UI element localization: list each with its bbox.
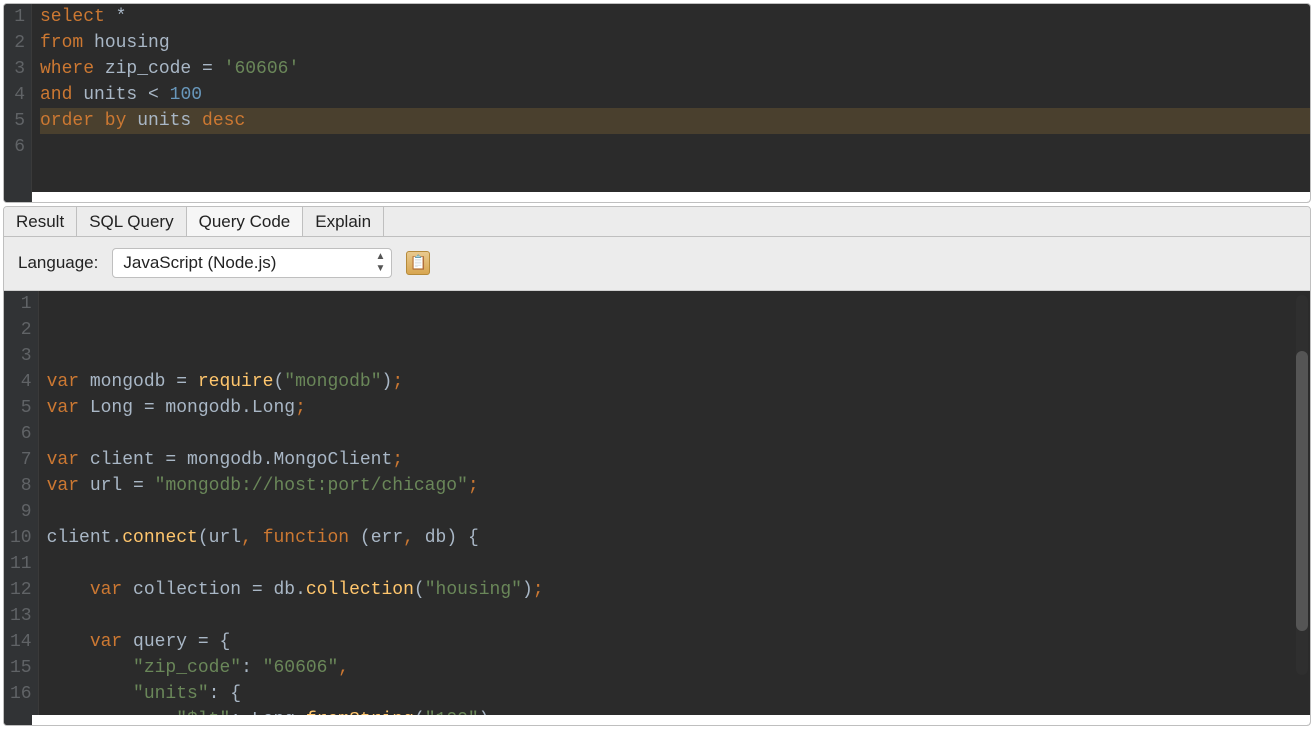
code-line[interactable]: var url = "mongodb://host:port/chicago"; <box>47 473 1310 499</box>
language-select[interactable]: JavaScript (Node.js) ▲▼ <box>112 248 392 278</box>
tab-explain[interactable]: Explain <box>303 207 384 236</box>
generated-code-gutter: 12345678910111213141516 <box>4 291 39 725</box>
code-line[interactable]: where zip_code = '60606' <box>40 56 1310 82</box>
line-number: 3 <box>10 56 25 82</box>
code-line[interactable]: var collection = db.collection("housing"… <box>47 577 1310 603</box>
code-line[interactable]: select * <box>40 4 1310 30</box>
line-number: 7 <box>10 447 32 473</box>
code-line[interactable]: var Long = mongodb.Long; <box>47 395 1310 421</box>
code-line[interactable]: "zip_code": "60606", <box>47 655 1310 681</box>
sql-code-area[interactable]: select *from housingwhere zip_code = '60… <box>32 4 1310 202</box>
code-line[interactable]: from housing <box>40 30 1310 56</box>
line-number: 6 <box>10 421 32 447</box>
sql-editor-panel: 123456 select *from housingwhere zip_cod… <box>3 3 1311 203</box>
editor-footer <box>32 192 1310 202</box>
language-bar: Language: JavaScript (Node.js) ▲▼ 📋 <box>4 237 1310 291</box>
code-line[interactable] <box>47 603 1310 629</box>
line-number: 15 <box>10 655 32 681</box>
line-number: 1 <box>10 291 32 317</box>
line-number: 5 <box>10 395 32 421</box>
line-number: 8 <box>10 473 32 499</box>
line-number: 13 <box>10 603 32 629</box>
line-number: 16 <box>10 681 32 707</box>
sql-editor[interactable]: 123456 select *from housingwhere zip_cod… <box>4 4 1310 202</box>
generated-code-editor[interactable]: 12345678910111213141516 var mongodb = re… <box>4 291 1310 725</box>
editor-scrollbar[interactable] <box>1296 295 1308 675</box>
language-selected-value: JavaScript (Node.js) <box>123 253 276 273</box>
results-panel: ResultSQL QueryQuery CodeExplain Languag… <box>3 206 1311 726</box>
line-number: 10 <box>10 525 32 551</box>
line-number: 5 <box>10 108 25 134</box>
line-number: 3 <box>10 343 32 369</box>
code-line[interactable]: client.connect(url, function (err, db) { <box>47 525 1310 551</box>
line-number: 9 <box>10 499 32 525</box>
code-line[interactable]: order by units desc <box>40 108 1310 134</box>
generated-code-panel: 12345678910111213141516 var mongodb = re… <box>4 291 1310 725</box>
tab-sql-query[interactable]: SQL Query <box>77 207 186 236</box>
line-number: 4 <box>10 369 32 395</box>
code-line[interactable]: "units": { <box>47 681 1310 707</box>
line-number: 6 <box>10 134 25 160</box>
line-number: 11 <box>10 551 32 577</box>
line-number: 1 <box>10 4 25 30</box>
editor-footer <box>32 715 1310 725</box>
tab-bar: ResultSQL QueryQuery CodeExplain <box>4 207 1310 237</box>
line-number: 4 <box>10 82 25 108</box>
line-number: 2 <box>10 317 32 343</box>
code-line[interactable] <box>47 551 1310 577</box>
scrollbar-thumb[interactable] <box>1296 351 1308 631</box>
language-label: Language: <box>18 253 98 273</box>
code-line[interactable] <box>47 421 1310 447</box>
sql-gutter: 123456 <box>4 4 32 202</box>
tab-query-code[interactable]: Query Code <box>187 207 304 236</box>
code-line[interactable]: var query = { <box>47 629 1310 655</box>
code-line[interactable]: var client = mongodb.MongoClient; <box>47 447 1310 473</box>
copy-to-clipboard-icon[interactable]: 📋 <box>406 251 430 275</box>
tab-result[interactable]: Result <box>4 207 77 236</box>
code-line[interactable] <box>40 134 1310 160</box>
select-stepper-icon: ▲▼ <box>375 251 385 275</box>
code-line[interactable]: and units < 100 <box>40 82 1310 108</box>
line-number: 14 <box>10 629 32 655</box>
line-number: 2 <box>10 30 25 56</box>
line-number: 12 <box>10 577 32 603</box>
code-line[interactable]: var mongodb = require("mongodb"); <box>47 369 1310 395</box>
code-line[interactable] <box>47 499 1310 525</box>
generated-code-area[interactable]: var mongodb = require("mongodb");var Lon… <box>39 291 1310 725</box>
